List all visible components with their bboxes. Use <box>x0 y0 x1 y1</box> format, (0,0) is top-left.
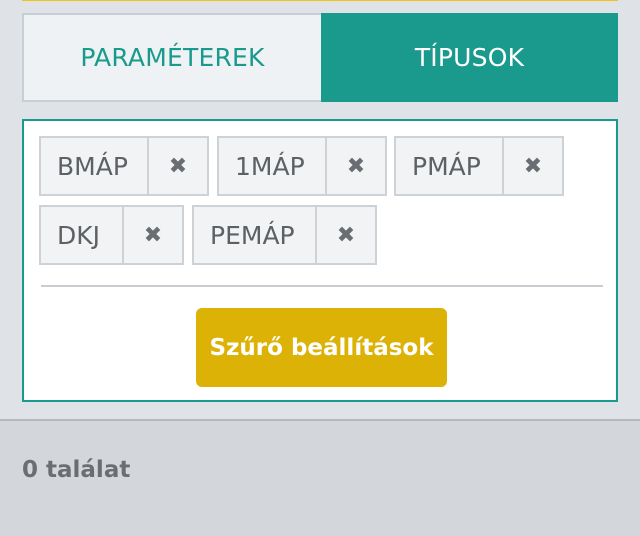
chip-dkj: DKJ ✖ <box>39 205 184 265</box>
chip-label: DKJ <box>57 220 101 250</box>
chip-pemap: PEMÁP ✖ <box>192 205 377 265</box>
close-icon: ✖ <box>523 153 543 179</box>
close-icon: ✖ <box>346 153 366 179</box>
remove-chip-button[interactable]: ✖ <box>502 138 562 194</box>
tab-parameters[interactable]: PARAMÉTEREK <box>22 13 321 102</box>
chip-label: PMÁP <box>412 151 481 181</box>
results-bar: 0 találat <box>0 419 640 536</box>
close-icon: ✖ <box>336 222 356 248</box>
remove-chip-button[interactable]: ✖ <box>325 138 385 194</box>
remove-chip-button[interactable]: ✖ <box>315 207 375 263</box>
chip-pmap: PMÁP ✖ <box>394 136 564 196</box>
chip-1map: 1MÁP ✖ <box>217 136 387 196</box>
chip-label: BMÁP <box>57 151 128 181</box>
filter-settings-button[interactable]: Szűrő beállítások <box>196 308 447 387</box>
chip-bmap: BMÁP ✖ <box>39 136 209 196</box>
chip-label: PEMÁP <box>210 220 295 250</box>
tab-types[interactable]: TÍPUSOK <box>321 13 618 102</box>
tab-bar: PARAMÉTEREK TÍPUSOK <box>22 13 618 102</box>
remove-chip-button[interactable]: ✖ <box>122 207 182 263</box>
remove-chip-button[interactable]: ✖ <box>147 138 207 194</box>
selected-types-panel: BMÁP ✖ 1MÁP ✖ PMÁP ✖ DKJ ✖ PEMÁP ✖ Szűrő… <box>22 119 618 402</box>
chip-label: 1MÁP <box>235 151 305 181</box>
result-count: 0 találat <box>22 457 131 483</box>
close-icon: ✖ <box>168 153 188 179</box>
top-accent-bar <box>22 0 618 1</box>
close-icon: ✖ <box>143 222 163 248</box>
divider <box>41 285 603 287</box>
